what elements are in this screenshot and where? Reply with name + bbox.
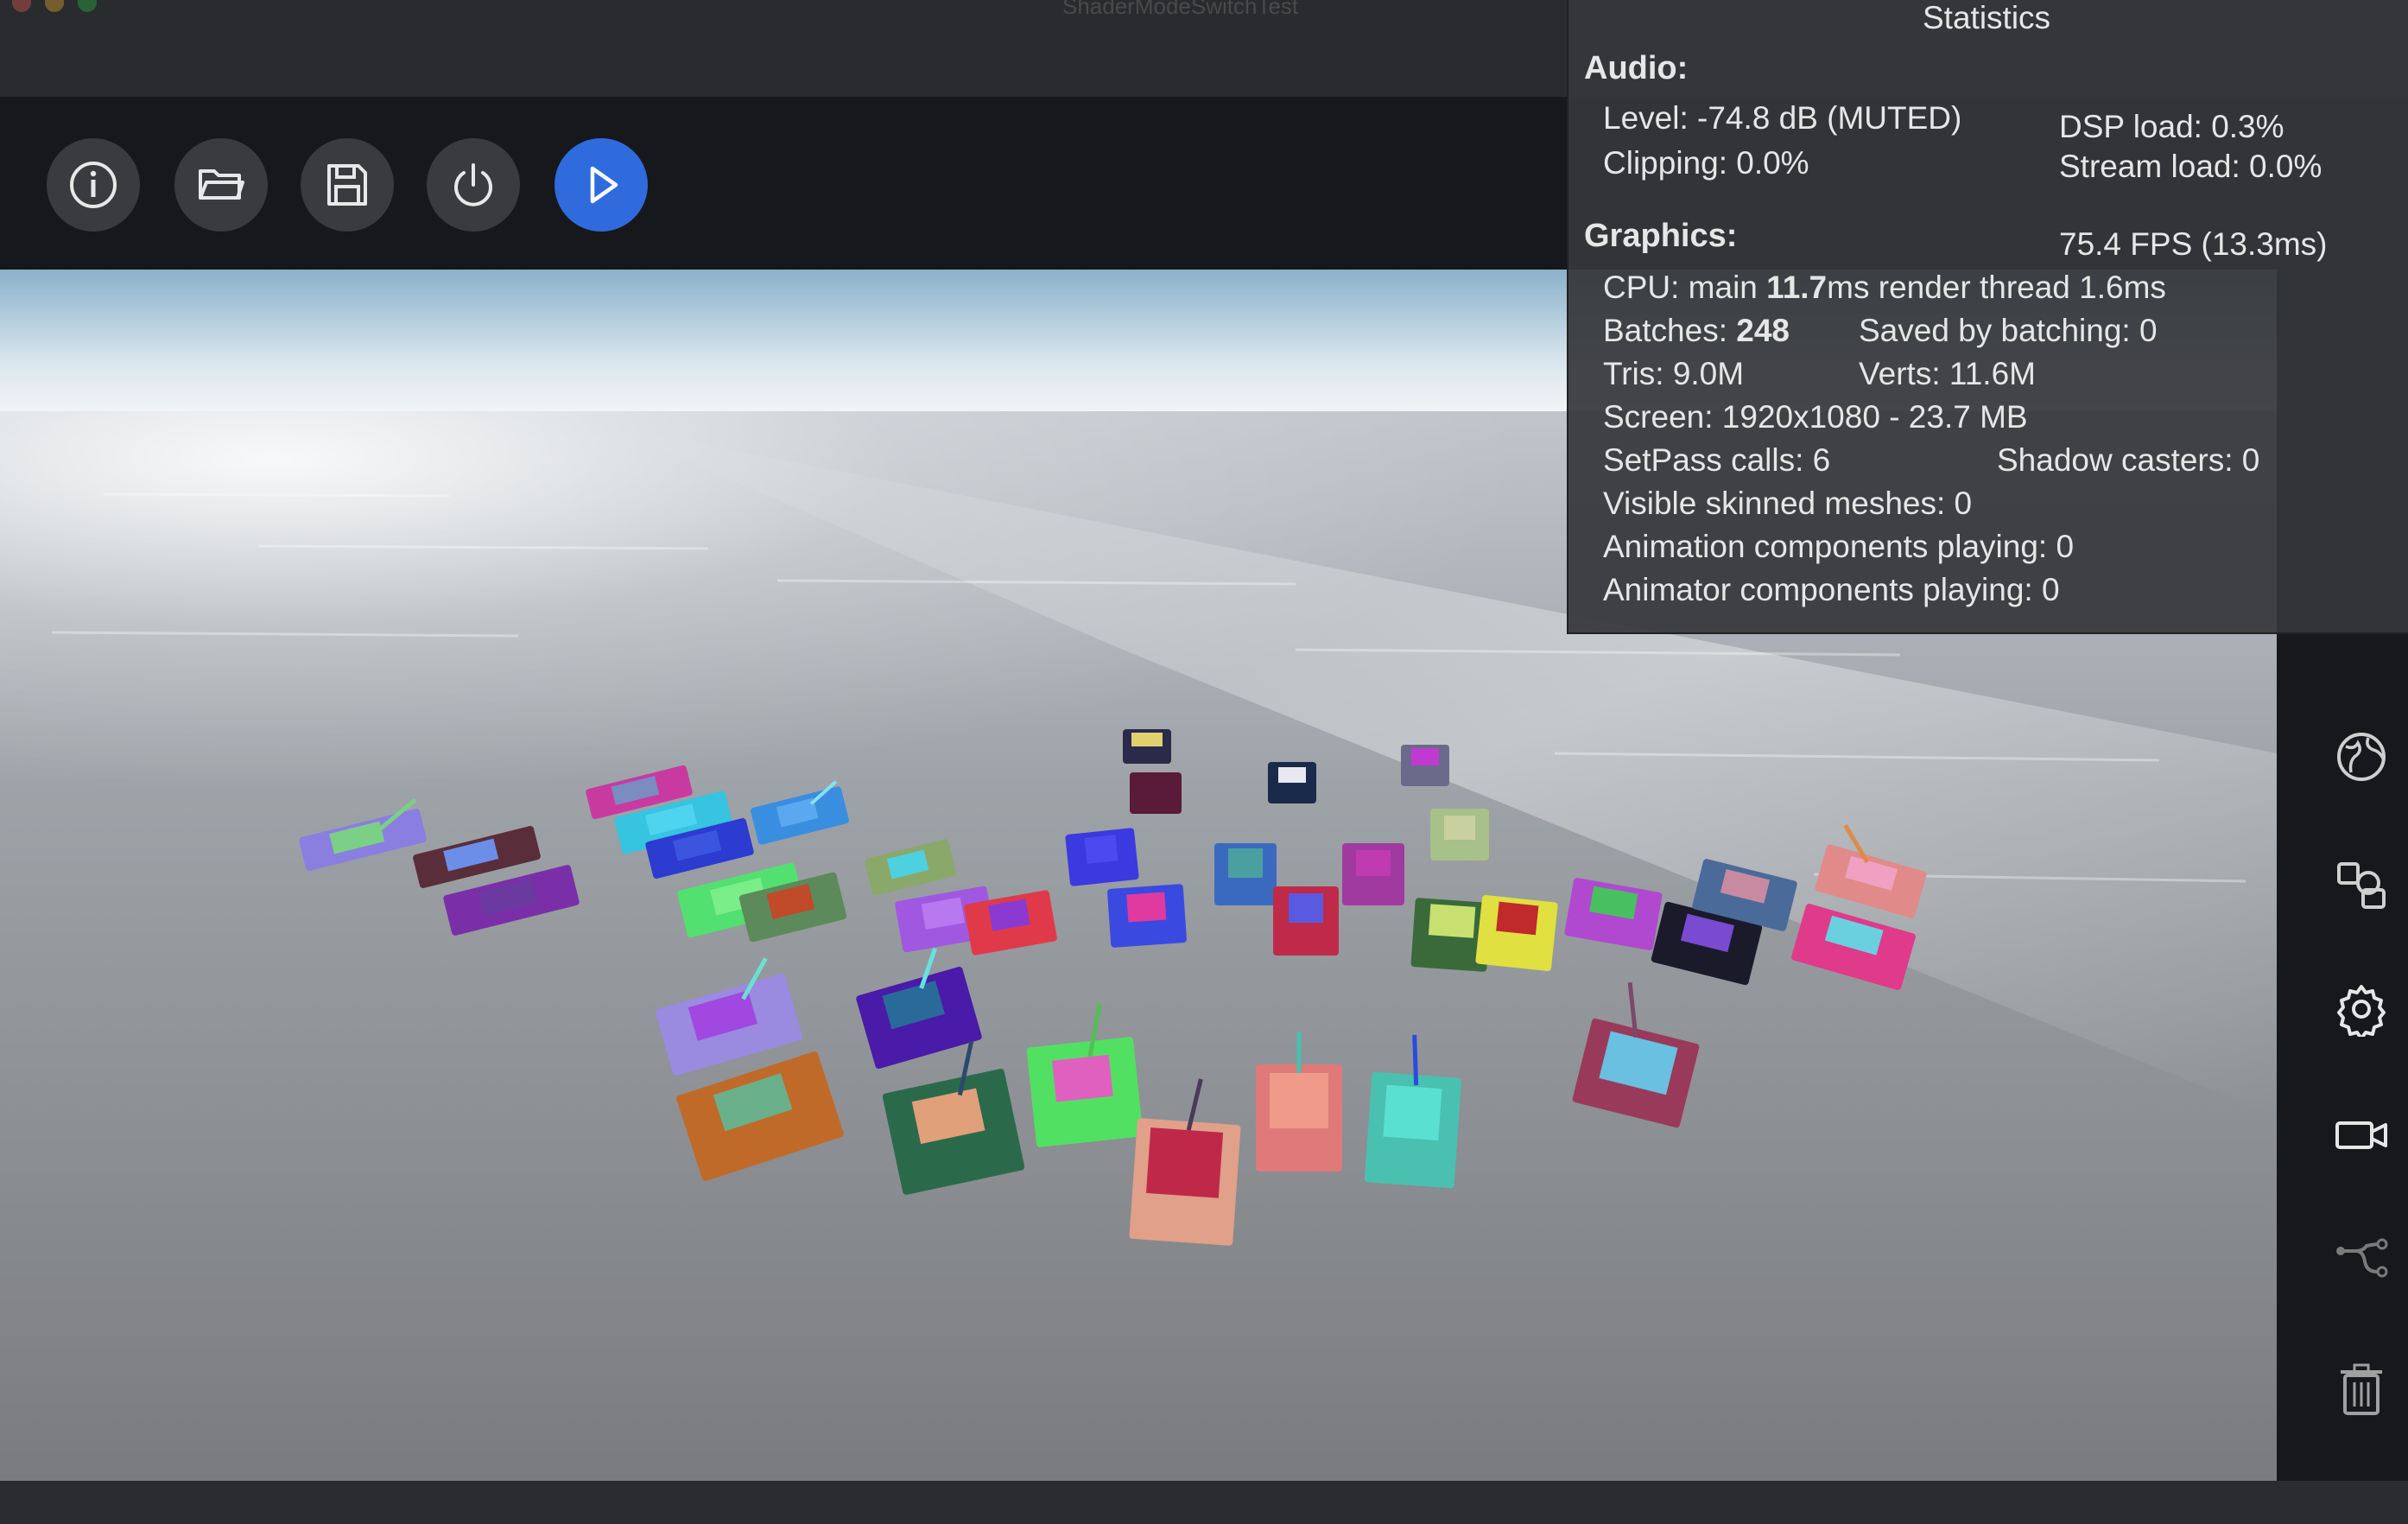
close-window-button[interactable] [12, 0, 31, 12]
globe-button[interactable] [2330, 726, 2392, 788]
power-icon [454, 163, 492, 206]
graphics-batches: Batches: 248 [1603, 313, 1790, 349]
graphics-shadow-casters: Shadow casters: 0 [1997, 442, 2260, 478]
open-button[interactable] [174, 138, 268, 232]
audio-dsp-load: DSP load: 0.3% [2059, 109, 2284, 144]
play-button[interactable] [554, 138, 648, 232]
delete-button[interactable] [2330, 1358, 2392, 1420]
statistics-panel: Statistics Audio: Level: -74.8 dB (MUTED… [1567, 0, 2408, 634]
power-button[interactable] [427, 138, 520, 232]
cpu-suffix: ms render thread 1.6ms [1827, 270, 2166, 305]
zoom-window-button[interactable] [78, 0, 97, 12]
audio-level: Level: -74.8 dB (MUTED) [1603, 100, 1962, 136]
camera-icon [2335, 1121, 2387, 1149]
graphics-heading: Graphics: [1584, 218, 1738, 254]
play-icon [590, 166, 618, 204]
graphics-screen: Screen: 1920x1080 - 23.7 MB [1603, 399, 2028, 435]
save-button[interactable] [301, 138, 394, 232]
settings-button[interactable] [2330, 978, 2392, 1040]
status-bar [0, 1481, 2408, 1524]
folder-open-icon [199, 169, 244, 200]
audio-stream-load: Stream load: 0.0% [2059, 149, 2322, 184]
batches-value: 248 [1736, 313, 1790, 348]
graphics-fps: 75.4 FPS (13.3ms) [2059, 226, 2328, 262]
graphics-animator-components: Animator components playing: 0 [1603, 572, 2060, 607]
statistics-title: Statistics [1923, 0, 2051, 35]
graphics-cpu: CPU: main 11.7ms render thread 1.6ms [1603, 270, 2166, 306]
hierarchy-button[interactable] [2330, 1230, 2392, 1292]
trash-icon [2341, 1363, 2382, 1415]
graphics-verts: Verts: 11.6M [1859, 356, 2036, 391]
minimize-window-button[interactable] [45, 0, 64, 12]
save-icon [327, 164, 367, 206]
gear-icon [2337, 985, 2386, 1037]
hierarchy-icon [2336, 1238, 2388, 1278]
batches-prefix: Batches: [1603, 313, 1737, 348]
window-title: ShaderModeSwitchTest [1062, 0, 1299, 19]
info-button[interactable] [47, 138, 140, 232]
shapes-icon [2337, 862, 2386, 909]
graphics-saved-by-batching: Saved by batching: 0 [1859, 313, 2158, 348]
audio-clipping: Clipping: 0.0% [1603, 145, 1809, 181]
globe-icon [2337, 733, 2386, 781]
graphics-setpass: SetPass calls: 6 [1603, 442, 1831, 478]
info-icon [70, 162, 117, 208]
audio-heading: Audio: [1584, 50, 1689, 86]
camera-button[interactable] [2330, 1104, 2392, 1166]
graphics-tris: Tris: 9.0M [1603, 356, 1745, 391]
cpu-main-value: 11.7 [1766, 270, 1828, 305]
shapes-button[interactable] [2330, 854, 2392, 916]
graphics-animation-components: Animation components playing: 0 [1603, 529, 2075, 564]
graphics-skinned-meshes: Visible skinned meshes: 0 [1603, 486, 1973, 521]
cpu-prefix: CPU: main [1603, 270, 1767, 305]
